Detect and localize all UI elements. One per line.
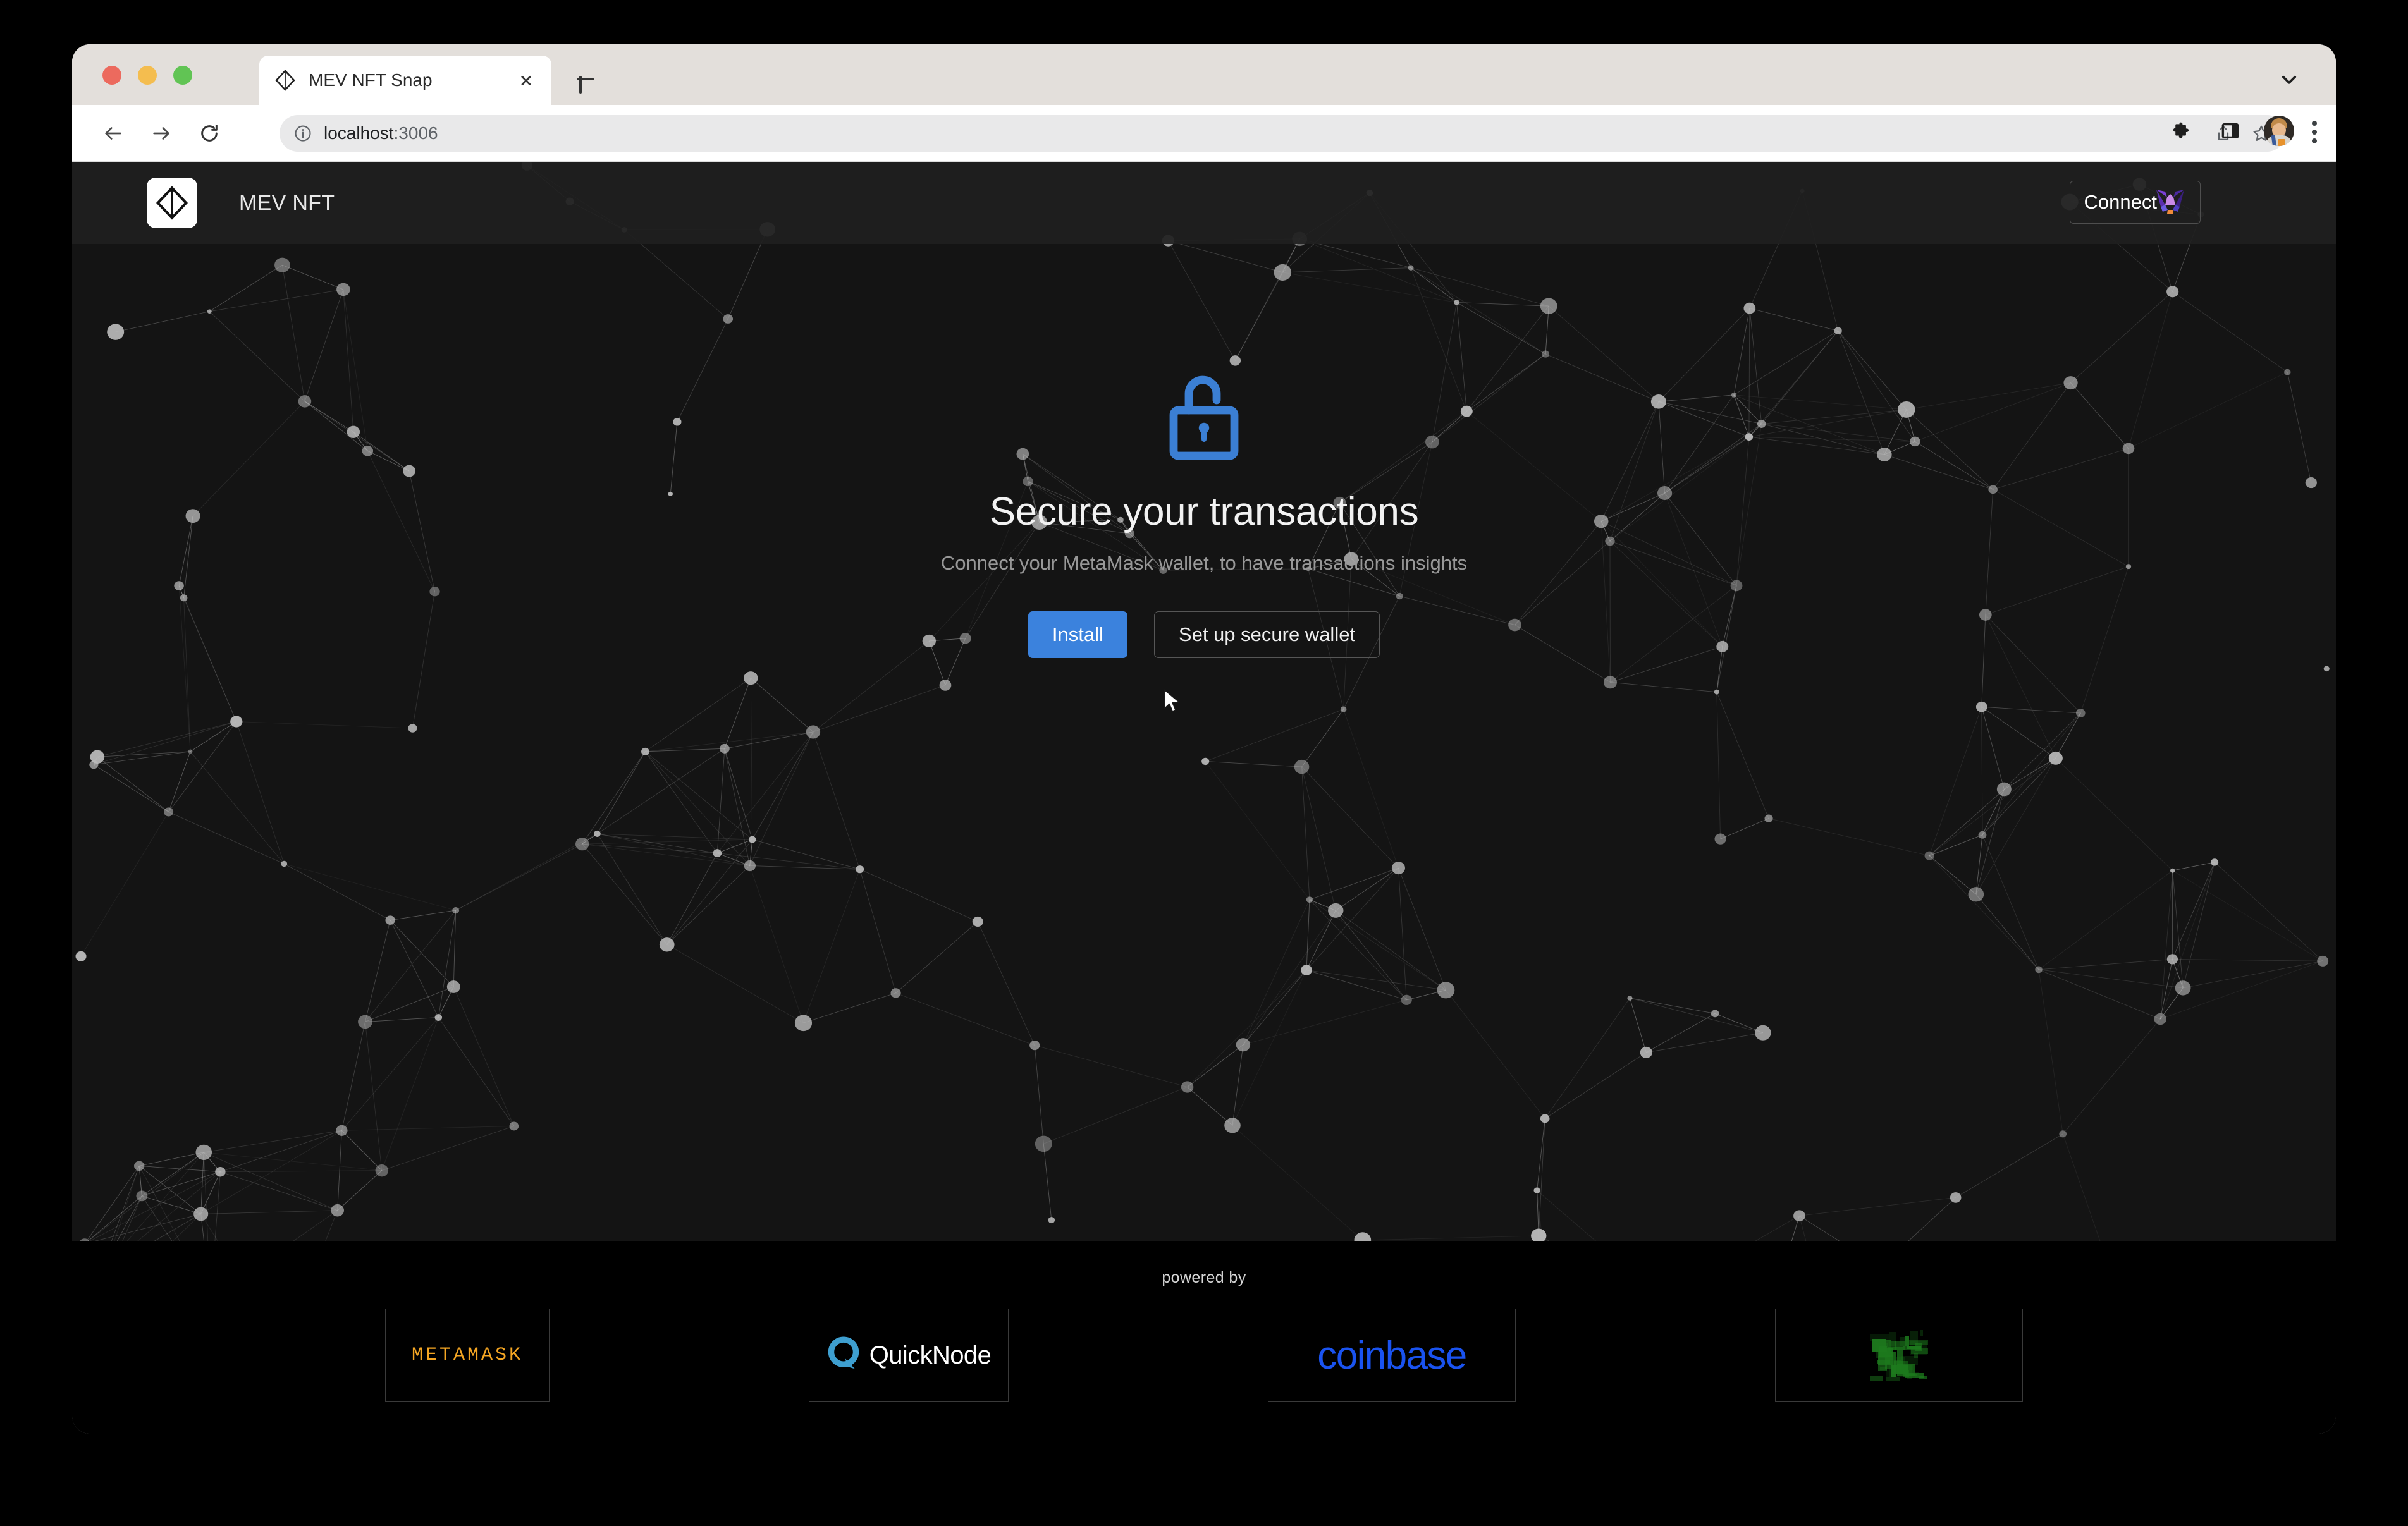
profile-avatar[interactable] (2264, 116, 2294, 146)
quicknode-lockup: QuickNode (826, 1336, 992, 1376)
info-circle-icon[interactable] (293, 124, 312, 143)
site-header: MEV NFT Connect (72, 162, 2336, 244)
partner-mev[interactable] (1775, 1309, 2023, 1402)
tab-strip: MEV NFT Snap (72, 44, 2336, 105)
setup-secure-wallet-button[interactable]: Set up secure wallet (1153, 611, 1380, 658)
new-tab-button[interactable] (572, 66, 599, 94)
arrow-right-icon[interactable] (143, 115, 180, 152)
unlocked-padlock-icon (1169, 372, 1239, 461)
address-bar[interactable]: localhost:3006 (280, 115, 2285, 152)
connect-wallet-button[interactable]: Connect (2069, 181, 2201, 224)
mev-diamond-logo (147, 178, 197, 228)
url-text: localhost:3006 (324, 123, 438, 143)
minimize-window-button[interactable] (138, 66, 157, 85)
browser-tab[interactable]: MEV NFT Snap (259, 56, 551, 105)
metamask-fox-icon (2154, 188, 2186, 216)
mouse-cursor (1162, 688, 1183, 714)
three-dot-menu-icon[interactable] (2312, 117, 2317, 145)
url-port: :3006 (393, 123, 438, 143)
metamask-wordmark: METAMASK (411, 1345, 524, 1366)
quicknode-q-logo (826, 1336, 861, 1376)
tab-title: MEV NFT Snap (309, 70, 433, 90)
close-icon[interactable] (515, 69, 538, 92)
puzzle-piece-icon[interactable] (2165, 115, 2197, 147)
toolbar-right-actions (2165, 115, 2317, 147)
coinbase-wordmark: coinbase (1317, 1333, 1467, 1377)
page-viewport: MEV NFT Connect Secure your transactions… (72, 162, 2336, 1434)
side-panel-icon[interactable] (2214, 115, 2246, 147)
arrow-left-icon[interactable] (95, 115, 132, 152)
quicknode-wordmark: QuickNode (869, 1341, 992, 1369)
browser-window: MEV NFT Snap localhost:3006 MEV NFT Conn… (72, 44, 2336, 1434)
url-host: localhost (324, 123, 394, 143)
page-subtitle: Connect your MetaMask wallet, to have tr… (940, 552, 1468, 574)
diamond-icon (273, 68, 297, 92)
powered-by-label: powered by (1162, 1269, 1246, 1286)
mev-glitch-logo (1869, 1329, 1929, 1382)
partner-logos: METAMASK QuickNode coinbase (72, 1309, 2336, 1402)
partner-quicknode[interactable]: QuickNode (809, 1309, 1009, 1402)
hero-section: Secure your transactions Connect your Me… (72, 162, 2336, 1241)
chevron-down-icon[interactable] (2270, 61, 2308, 99)
browser-toolbar: localhost:3006 (72, 105, 2336, 162)
reload-icon[interactable] (191, 115, 228, 152)
install-button[interactable]: Install (1028, 611, 1127, 658)
connect-button-label: Connect (2084, 191, 2157, 213)
close-window-button[interactable] (102, 66, 121, 85)
partner-metamask[interactable]: METAMASK (385, 1309, 550, 1402)
maximize-window-button[interactable] (173, 66, 192, 85)
brand: MEV NFT (147, 178, 335, 228)
hero-actions: Install Set up secure wallet (1028, 611, 1380, 658)
window-traffic-lights (102, 66, 192, 85)
page-title: Secure your transactions (989, 490, 1419, 534)
partner-coinbase[interactable]: coinbase (1268, 1309, 1516, 1402)
site-footer: powered by METAMASK QuickNode coinbase (72, 1241, 2336, 1434)
brand-name: MEV NFT (239, 190, 335, 215)
